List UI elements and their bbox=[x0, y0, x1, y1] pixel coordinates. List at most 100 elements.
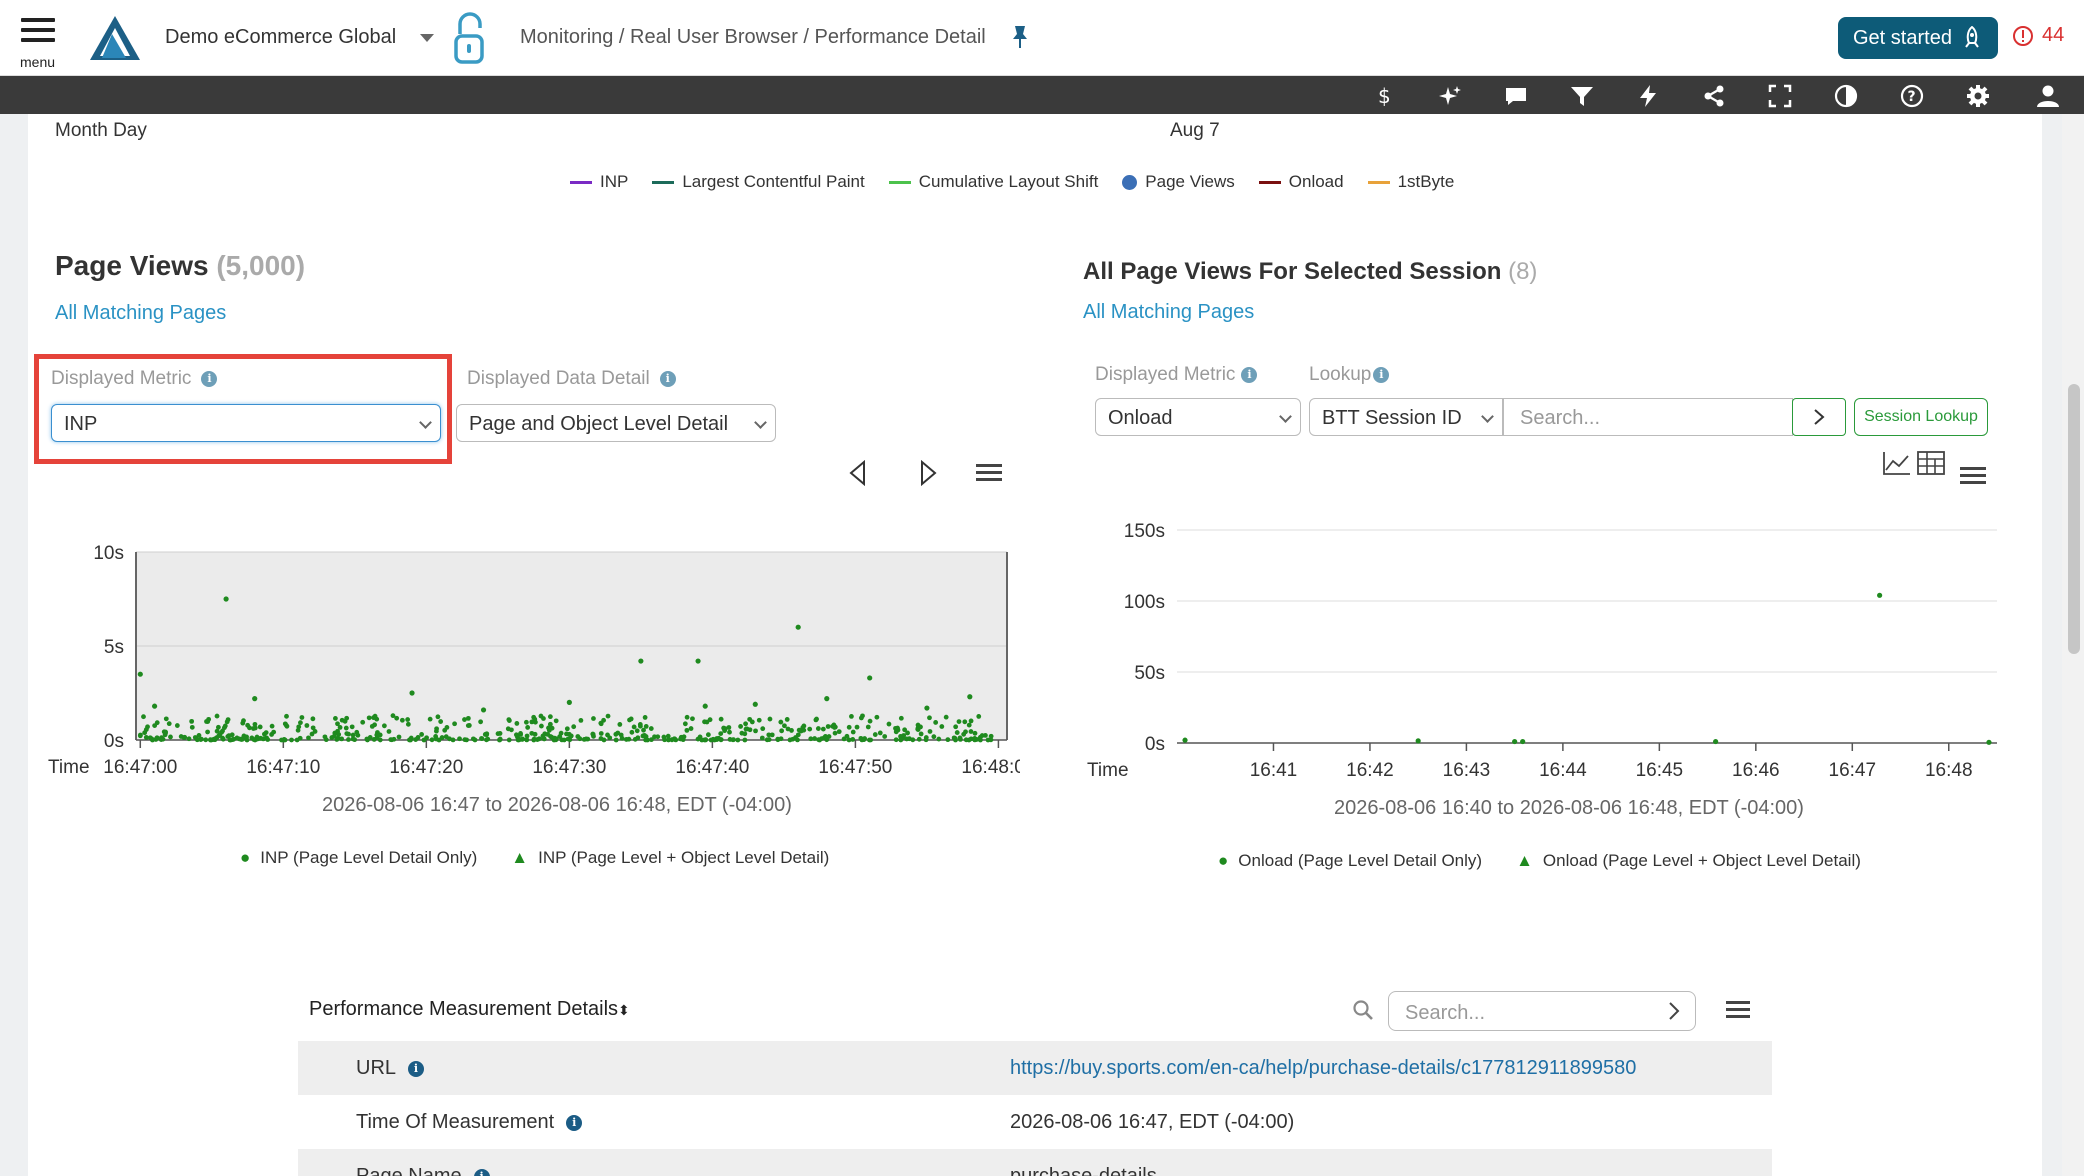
data-point bbox=[898, 737, 904, 743]
next-icon[interactable] bbox=[918, 460, 938, 486]
info-icon[interactable]: i bbox=[659, 371, 676, 387]
legend-item-1stbyte[interactable]: 1stByte bbox=[1367, 172, 1454, 192]
share-icon[interactable] bbox=[1702, 84, 1726, 108]
info-icon[interactable]: i bbox=[1373, 367, 1390, 383]
user-icon[interactable] bbox=[2036, 84, 2060, 108]
session-search-input[interactable]: Search... bbox=[1503, 398, 1793, 436]
session-all-matching-pages-link[interactable]: All Matching Pages bbox=[1083, 301, 1254, 324]
data-point bbox=[738, 724, 743, 729]
org-dropdown-caret-icon[interactable] bbox=[420, 34, 434, 42]
details-menu-icon[interactable] bbox=[1726, 999, 1750, 1021]
data-point bbox=[239, 736, 245, 742]
session-metric-select[interactable]: Onload bbox=[1095, 398, 1301, 436]
lightning-icon[interactable] bbox=[1636, 84, 1660, 108]
info-icon[interactable]: i bbox=[566, 1114, 583, 1131]
data-point bbox=[371, 737, 377, 742]
legend-item-lcp[interactable]: Largest Contentful Paint bbox=[652, 172, 865, 192]
lookup-type-select[interactable]: BTT Session ID bbox=[1309, 398, 1503, 436]
data-point bbox=[333, 716, 338, 721]
data-point bbox=[933, 720, 939, 725]
data-point bbox=[407, 737, 412, 743]
data-point bbox=[147, 735, 153, 741]
data-point bbox=[566, 699, 572, 705]
data-point bbox=[782, 723, 787, 729]
data-point bbox=[867, 737, 872, 743]
info-icon[interactable]: i bbox=[408, 1060, 425, 1077]
details-header[interactable]: Performance Measurement Details⬍ bbox=[309, 998, 630, 1021]
contrast-icon[interactable] bbox=[1834, 84, 1858, 108]
data-point bbox=[743, 721, 748, 727]
data-point bbox=[916, 736, 922, 742]
legend-item-onload[interactable]: Onload bbox=[1258, 172, 1344, 192]
legend-item-page-level[interactable]: ● INP (Page Level Detail Only) bbox=[240, 848, 477, 868]
alert-indicator[interactable]: 44 bbox=[2012, 24, 2064, 47]
previous-icon[interactable] bbox=[848, 460, 868, 486]
data-point bbox=[605, 732, 610, 738]
displayed-data-detail-select[interactable]: Page and Object Level Detail bbox=[456, 404, 776, 442]
data-point bbox=[718, 716, 724, 722]
data-point bbox=[462, 737, 468, 743]
session-chart-menu-icon[interactable] bbox=[1960, 465, 1986, 487]
data-point bbox=[832, 725, 837, 730]
x-tick-label: 16:48 bbox=[1925, 760, 1973, 781]
data-point bbox=[752, 701, 758, 707]
comment-icon[interactable] bbox=[1504, 84, 1528, 108]
data-point bbox=[484, 731, 490, 737]
x-tick-label: 16:41 bbox=[1250, 760, 1298, 781]
legend-item-cls[interactable]: Cumulative Layout Shift bbox=[888, 172, 1098, 192]
info-icon[interactable]: i bbox=[1241, 367, 1258, 383]
info-icon[interactable]: i bbox=[473, 1168, 490, 1176]
svg-text:$: $ bbox=[1378, 84, 1391, 108]
legend-item-page-level[interactable]: ● Onload (Page Level Detail Only) bbox=[1218, 851, 1482, 871]
session-scatter-chart[interactable]: 0s 50s 100s 150s 16:41 16:42 16:43 16:44 16:45 16… bbox=[1075, 510, 2015, 810]
org-name[interactable]: Demo eCommerce Global bbox=[165, 26, 396, 49]
url-link[interactable]: https://buy.sports.com/en-ca/help/purcha… bbox=[1010, 1057, 1636, 1080]
menu-button[interactable]: menu bbox=[18, 14, 58, 70]
details-search-input[interactable]: Search... bbox=[1388, 991, 1696, 1031]
data-point bbox=[399, 717, 405, 723]
pin-icon[interactable] bbox=[1010, 24, 1030, 50]
info-icon[interactable]: i bbox=[201, 371, 218, 387]
legend-item-page-views[interactable]: Page Views bbox=[1122, 172, 1235, 192]
data-point bbox=[968, 736, 974, 742]
data-point bbox=[836, 729, 842, 735]
get-started-button[interactable]: Get started bbox=[1838, 17, 1998, 59]
all-matching-pages-link[interactable]: All Matching Pages bbox=[55, 302, 226, 325]
data-point bbox=[505, 726, 511, 732]
legend-item-object-level[interactable]: ▲ INP (Page Level + Object Level Detail) bbox=[511, 848, 829, 868]
data-point bbox=[643, 723, 649, 729]
chevron-right-icon[interactable] bbox=[1668, 1001, 1680, 1021]
data-point bbox=[566, 731, 572, 737]
chart-menu-icon[interactable] bbox=[976, 462, 1002, 484]
session-search-submit-button[interactable] bbox=[1792, 398, 1846, 436]
filter-icon[interactable] bbox=[1570, 84, 1594, 108]
data-point bbox=[795, 732, 801, 738]
settings-icon[interactable] bbox=[1966, 84, 1990, 108]
fullscreen-icon[interactable] bbox=[1768, 84, 1792, 108]
data-point bbox=[143, 727, 149, 732]
session-lookup-button[interactable]: Session Lookup bbox=[1854, 398, 1988, 436]
dollar-icon[interactable]: $ bbox=[1372, 84, 1396, 108]
menu-label: menu bbox=[20, 54, 56, 70]
page-views-scatter-chart[interactable]: 0s 5s 10s 16:47:00 16:47:10 16:47:20 16:47:30 1… bbox=[40, 530, 1020, 830]
unlock-icon[interactable] bbox=[450, 12, 490, 66]
data-point bbox=[747, 727, 753, 733]
legend-item-object-level[interactable]: ▲ Onload (Page Level + Object Level Detai… bbox=[1516, 851, 1861, 871]
scrollbar-thumb[interactable] bbox=[2068, 384, 2080, 654]
data-point bbox=[312, 729, 318, 734]
logo-icon bbox=[90, 16, 140, 60]
displayed-metric-select[interactable]: INP bbox=[51, 404, 441, 442]
y-tick-label: 0s bbox=[104, 731, 124, 752]
line-chart-view-icon[interactable] bbox=[1882, 450, 1912, 476]
help-icon[interactable]: ? bbox=[1900, 84, 1924, 108]
data-point bbox=[506, 717, 512, 723]
data-point bbox=[739, 730, 745, 736]
data-point bbox=[632, 736, 638, 742]
legend-item-inp[interactable]: INP bbox=[570, 172, 628, 192]
sparkle-icon[interactable] bbox=[1438, 84, 1462, 108]
data-point bbox=[495, 731, 501, 737]
legend-swatch bbox=[1122, 174, 1138, 190]
alert-icon bbox=[2013, 25, 2033, 46]
table-view-icon[interactable] bbox=[1916, 450, 1946, 476]
data-point bbox=[226, 733, 232, 739]
